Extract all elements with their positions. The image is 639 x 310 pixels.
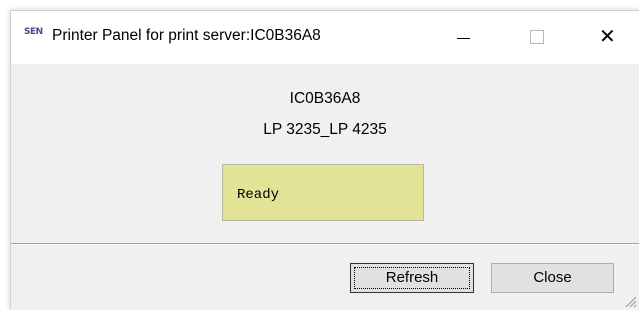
maximize-button[interactable] [513, 11, 563, 64]
printer-panel-window: SEN Printer Panel for print server:IC0B3… [10, 10, 639, 310]
refresh-button[interactable]: Refresh [350, 263, 474, 293]
window-title: Printer Panel for print server:IC0B36A8 [52, 27, 321, 44]
status-text: Ready [237, 187, 280, 203]
close-window-button[interactable]: ✕ [583, 11, 633, 64]
maximize-icon [530, 30, 544, 44]
minimize-icon [457, 38, 470, 39]
title-bar[interactable]: SEN Printer Panel for print server:IC0B3… [11, 11, 639, 64]
status-panel: Ready [222, 164, 424, 221]
printer-model: LP 3235_LP 4235 [263, 121, 387, 138]
close-button[interactable]: Close [491, 263, 614, 293]
divider [11, 243, 639, 245]
minimize-button[interactable] [439, 11, 489, 64]
close-button-label: Close [533, 269, 572, 286]
app-icon: SEN [24, 27, 43, 37]
refresh-button-label: Refresh [385, 269, 439, 286]
server-name: IC0B36A8 [289, 90, 361, 107]
close-icon: ✕ [599, 24, 616, 48]
resize-grip-icon[interactable] [623, 294, 637, 308]
